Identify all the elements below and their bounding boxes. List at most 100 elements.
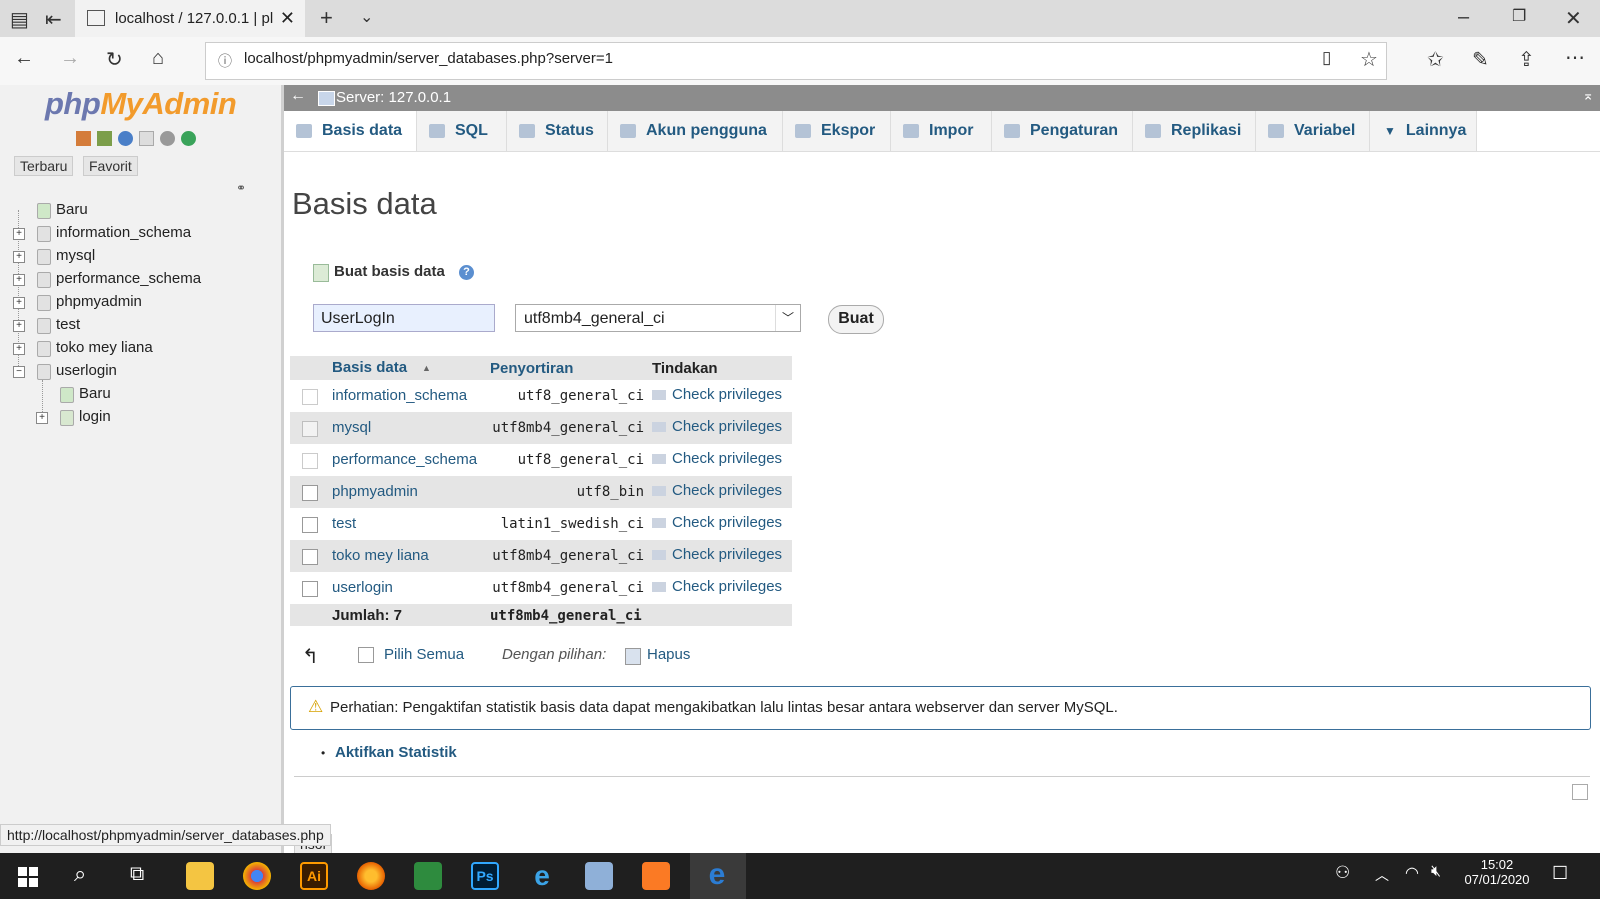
- tree-item-userlogin[interactable]: userlogin: [56, 362, 117, 379]
- search-icon[interactable]: ⌕: [74, 861, 86, 887]
- internet-explorer-icon[interactable]: e: [528, 862, 556, 890]
- clock[interactable]: 15:02 07/01/2020: [1464, 857, 1530, 887]
- illustrator-icon[interactable]: Ai: [300, 862, 328, 890]
- docs-icon[interactable]: [139, 131, 154, 146]
- set-aside-tabs-icon[interactable]: ⇤: [45, 7, 62, 32]
- volume-muted-icon[interactable]: 🔇︎: [1431, 863, 1441, 881]
- tree-item-information-schema[interactable]: information_schema: [56, 224, 191, 241]
- collation-select[interactable]: utf8mb4_general_ci ﹀: [515, 304, 801, 332]
- database-link[interactable]: information_schema: [332, 387, 467, 404]
- reading-view-icon[interactable]: ▯: [1322, 48, 1331, 68]
- tab-status[interactable]: Status: [507, 111, 608, 151]
- xampp-icon[interactable]: [642, 862, 670, 890]
- logout-icon[interactable]: [97, 131, 112, 146]
- tree-item-new-table[interactable]: Baru: [79, 385, 111, 402]
- expand-icon[interactable]: +: [13, 320, 25, 332]
- check-privileges-link[interactable]: Check privileges: [652, 578, 782, 595]
- tree-item-performance-schema[interactable]: performance_schema: [56, 270, 201, 287]
- tree-item-phpmyadmin[interactable]: phpmyadmin: [56, 293, 142, 310]
- firefox-icon[interactable]: [357, 862, 385, 890]
- tab-export[interactable]: Ekspor: [783, 111, 891, 151]
- minimize-icon[interactable]: –: [1458, 6, 1469, 29]
- check-privileges-link[interactable]: Check privileges: [652, 546, 782, 563]
- row-checkbox[interactable]: [302, 549, 318, 565]
- header-collation[interactable]: Penyortiran: [490, 360, 573, 377]
- enable-statistics-link[interactable]: Aktifkan Statistik: [335, 744, 457, 761]
- select-all-label[interactable]: Pilih Semua: [384, 646, 464, 663]
- help-icon[interactable]: ?: [459, 265, 474, 280]
- back-icon[interactable]: ←: [14, 47, 34, 70]
- tab-user-accounts[interactable]: Akun pengguna: [608, 111, 783, 151]
- tab-settings[interactable]: Pengaturan: [992, 111, 1133, 151]
- refresh-icon[interactable]: ↻: [106, 47, 123, 72]
- show-hidden-icons-chevron-icon[interactable]: ︿: [1375, 865, 1389, 885]
- tree-item-toko-mey-liana[interactable]: toko mey liana: [56, 339, 153, 356]
- close-window-icon[interactable]: ✕: [1565, 6, 1582, 31]
- tree-item-login[interactable]: login: [79, 408, 111, 425]
- collapse-icon[interactable]: −: [13, 366, 25, 378]
- page-settings-icon[interactable]: [1572, 784, 1588, 800]
- settings-gear-icon[interactable]: [160, 131, 175, 146]
- select-all-checkbox[interactable]: [358, 647, 374, 663]
- tab-list-icon[interactable]: ▤: [10, 7, 29, 32]
- database-link[interactable]: test: [332, 515, 356, 532]
- link-with-main-icon[interactable]: ⚭: [236, 181, 246, 195]
- site-info-icon[interactable]: ⓘ: [218, 51, 232, 71]
- expand-icon[interactable]: +: [36, 412, 48, 424]
- database-link[interactable]: phpmyadmin: [332, 483, 418, 500]
- row-checkbox[interactable]: [302, 485, 318, 501]
- restore-icon[interactable]: ❐: [1512, 6, 1526, 26]
- tab-replication[interactable]: Replikasi: [1133, 111, 1256, 151]
- expand-icon[interactable]: +: [13, 228, 25, 240]
- database-link[interactable]: userlogin: [332, 579, 393, 596]
- browser-tab[interactable]: localhost / 127.0.0.1 | pl ✕: [75, 0, 305, 37]
- help-icon[interactable]: [118, 131, 133, 146]
- reload-nav-icon[interactable]: [181, 131, 196, 146]
- database-link[interactable]: mysql: [332, 419, 371, 436]
- tab-preview-chevron-icon[interactable]: ⌄: [360, 7, 373, 27]
- collapse-nav-icon[interactable]: ←: [290, 87, 306, 105]
- tree-item-new[interactable]: Baru: [56, 201, 88, 218]
- tab-more[interactable]: ▼ Lainnya: [1370, 111, 1477, 151]
- share-icon[interactable]: ⇪: [1518, 47, 1535, 72]
- database-link[interactable]: performance_schema: [332, 451, 477, 468]
- favorite-star-icon[interactable]: ☆: [1360, 47, 1378, 72]
- expand-icon[interactable]: +: [13, 274, 25, 286]
- wifi-icon[interactable]: ◠: [1405, 863, 1419, 883]
- create-button[interactable]: Buat: [828, 305, 884, 334]
- server-label[interactable]: Server: 127.0.0.1: [336, 89, 451, 106]
- collapse-top-icon[interactable]: ⌅: [1582, 87, 1594, 104]
- favorite-tables-button[interactable]: Favorit: [83, 156, 138, 176]
- tab-sql[interactable]: SQL: [417, 111, 507, 151]
- tab-databases[interactable]: Basis data: [284, 111, 417, 151]
- check-privileges-link[interactable]: Check privileges: [652, 418, 782, 435]
- edge-icon[interactable]: e: [703, 860, 731, 890]
- more-icon[interactable]: ⋯: [1565, 45, 1585, 70]
- file-explorer-icon[interactable]: [186, 862, 214, 890]
- expand-icon[interactable]: +: [13, 343, 25, 355]
- check-privileges-link[interactable]: Check privileges: [652, 386, 782, 403]
- chrome-icon[interactable]: [243, 862, 271, 890]
- notepad-plus-icon[interactable]: [414, 862, 442, 890]
- check-privileges-link[interactable]: Check privileges: [652, 514, 782, 531]
- expand-icon[interactable]: +: [13, 251, 25, 263]
- tab-import[interactable]: Impor: [891, 111, 992, 151]
- recent-tables-button[interactable]: Terbaru: [14, 156, 74, 176]
- header-database[interactable]: Basis data: [332, 359, 407, 376]
- close-tab-icon[interactable]: ✕: [280, 8, 295, 29]
- delete-button[interactable]: Hapus: [647, 646, 690, 663]
- tab-variables[interactable]: Variabel: [1256, 111, 1370, 151]
- check-privileges-link[interactable]: Check privileges: [652, 450, 782, 467]
- forward-icon[interactable]: →: [60, 47, 80, 70]
- tree-item-mysql[interactable]: mysql: [56, 247, 95, 264]
- check-privileges-link[interactable]: Check privileges: [652, 482, 782, 499]
- row-checkbox[interactable]: [302, 517, 318, 533]
- home-icon[interactable]: [76, 131, 91, 146]
- row-checkbox[interactable]: [302, 581, 318, 597]
- phpmyadmin-logo[interactable]: phpMyAdmin: [45, 86, 237, 122]
- tree-item-test[interactable]: test: [56, 316, 80, 333]
- home-icon[interactable]: ⌂: [152, 47, 164, 70]
- virtualbox-icon[interactable]: [585, 862, 613, 890]
- photoshop-icon[interactable]: Ps: [471, 862, 499, 890]
- windows-start-icon[interactable]: [18, 867, 38, 887]
